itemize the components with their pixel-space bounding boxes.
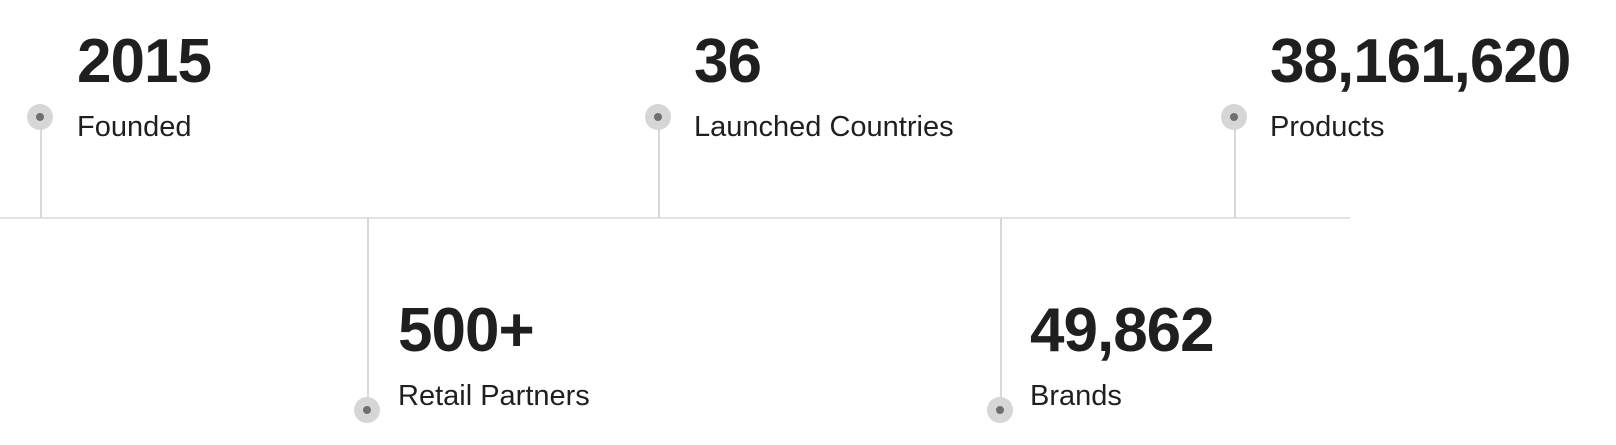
timeline-baseline <box>0 217 1350 219</box>
stats-timeline: 2015 Founded 36 Launched Countries 38,16… <box>0 0 1616 445</box>
timeline-dot-icon <box>987 397 1013 423</box>
stat-founded: 2015 Founded <box>77 27 212 143</box>
timeline-stem-products <box>1234 118 1236 218</box>
stat-value: 49,862 <box>1030 296 1215 365</box>
stat-label: Brands <box>1030 380 1122 412</box>
stat-value: 2015 <box>77 27 212 96</box>
stat-brands: 49,862 Brands <box>1030 296 1215 412</box>
timeline-stem-retail-partners <box>367 218 369 398</box>
stat-label: Launched Countries <box>694 111 954 143</box>
stat-value: 38,161,620 <box>1270 27 1571 96</box>
timeline-stem-brands <box>1000 218 1002 398</box>
stat-retail-partners: 500+ Retail Partners <box>398 300 590 411</box>
stat-label: Founded <box>77 111 192 143</box>
timeline-dot-icon <box>645 104 671 130</box>
stat-products: 38,161,620 Products <box>1270 27 1571 143</box>
timeline-stem-countries <box>658 118 660 218</box>
timeline-stem-founded <box>40 118 42 218</box>
stat-value: 36 <box>694 27 762 96</box>
stat-countries: 36 Launched Countries <box>694 31 954 142</box>
timeline-dot-icon <box>1221 104 1247 130</box>
stat-label: Retail Partners <box>398 380 590 412</box>
timeline-dot-icon <box>354 397 380 423</box>
stat-value: 500+ <box>398 296 535 365</box>
stat-label: Products <box>1270 111 1385 143</box>
timeline-dot-icon <box>27 104 53 130</box>
